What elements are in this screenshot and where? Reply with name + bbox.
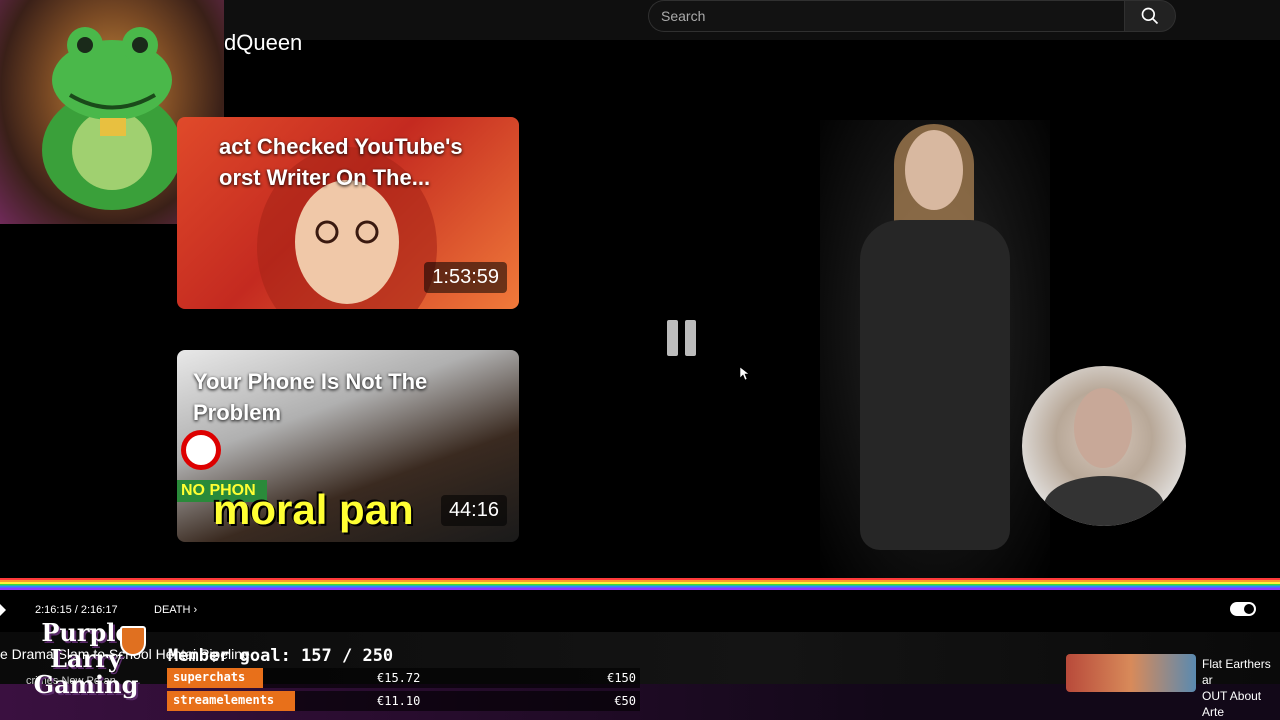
no-phone-icon [181, 430, 221, 470]
donation-row: superchats €15.72 €150 [167, 668, 640, 688]
pause-bar-right [685, 320, 696, 356]
top-search-bar: Search [224, 0, 1280, 40]
search-button[interactable] [1124, 0, 1176, 32]
person-body [860, 220, 1010, 550]
video-duration: 1:53:59 [424, 262, 507, 293]
pause-icon[interactable] [667, 320, 697, 356]
chapter-label: DEATH [154, 604, 191, 616]
chevron-right-icon: › [193, 604, 198, 616]
recommended-title[interactable]: Flat Earthers ar OUT About Arte [1202, 656, 1280, 720]
chapter-button[interactable]: DEATH › [154, 604, 197, 616]
video-duration: 44:16 [440, 495, 507, 526]
play-icon[interactable] [0, 604, 6, 616]
donation-source: superchats [167, 668, 263, 688]
video-title[interactable]: act Checked YouTube's orst Writer On The… [219, 131, 463, 193]
donation-target: €50 [614, 694, 636, 708]
streamer-video [820, 120, 1050, 580]
thumbnail-overlay-text: moral pan [213, 486, 414, 533]
donation-row: streamelements €11.10 €50 [167, 691, 640, 711]
mouse-cursor-icon [740, 367, 750, 381]
webcam-face [1074, 388, 1132, 468]
toggle-knob [1244, 604, 1254, 614]
video-progress-bar[interactable] [0, 578, 1280, 590]
donation-source: streamelements [167, 691, 295, 711]
time-display: 2:16:15 / 2:16:17 [35, 604, 118, 616]
video-thumbnail[interactable]: NO PHON Your Phone Is Not The Problem mo… [177, 350, 519, 542]
autoplay-toggle[interactable] [1230, 602, 1256, 616]
search-input[interactable]: Search [648, 0, 1126, 32]
search-icon [1141, 7, 1159, 25]
webcam-shirt [1044, 476, 1164, 526]
donation-amount: €11.10 [377, 694, 421, 708]
donation-amount: €15.72 [377, 671, 421, 685]
recommended-thumbnail[interactable] [1066, 654, 1196, 692]
donation-target: €150 [607, 671, 636, 685]
video-thumbnail[interactable]: act Checked YouTube's orst Writer On The… [177, 117, 519, 309]
webcam-circle [1022, 366, 1186, 526]
shield-icon [120, 626, 146, 656]
pause-bar-left [667, 320, 678, 356]
player-controls: 2:16:15 / 2:16:17 DEATH › [0, 598, 1280, 624]
video-title[interactable]: Your Phone Is Not The Problem [193, 366, 493, 428]
member-goal: Member goal: 157 / 250 [168, 646, 394, 666]
channel-title: dQueen [224, 30, 303, 55]
person-head [905, 130, 963, 210]
recommended-video[interactable]: Flat Earthers ar OUT About Arte [1062, 654, 1280, 719]
